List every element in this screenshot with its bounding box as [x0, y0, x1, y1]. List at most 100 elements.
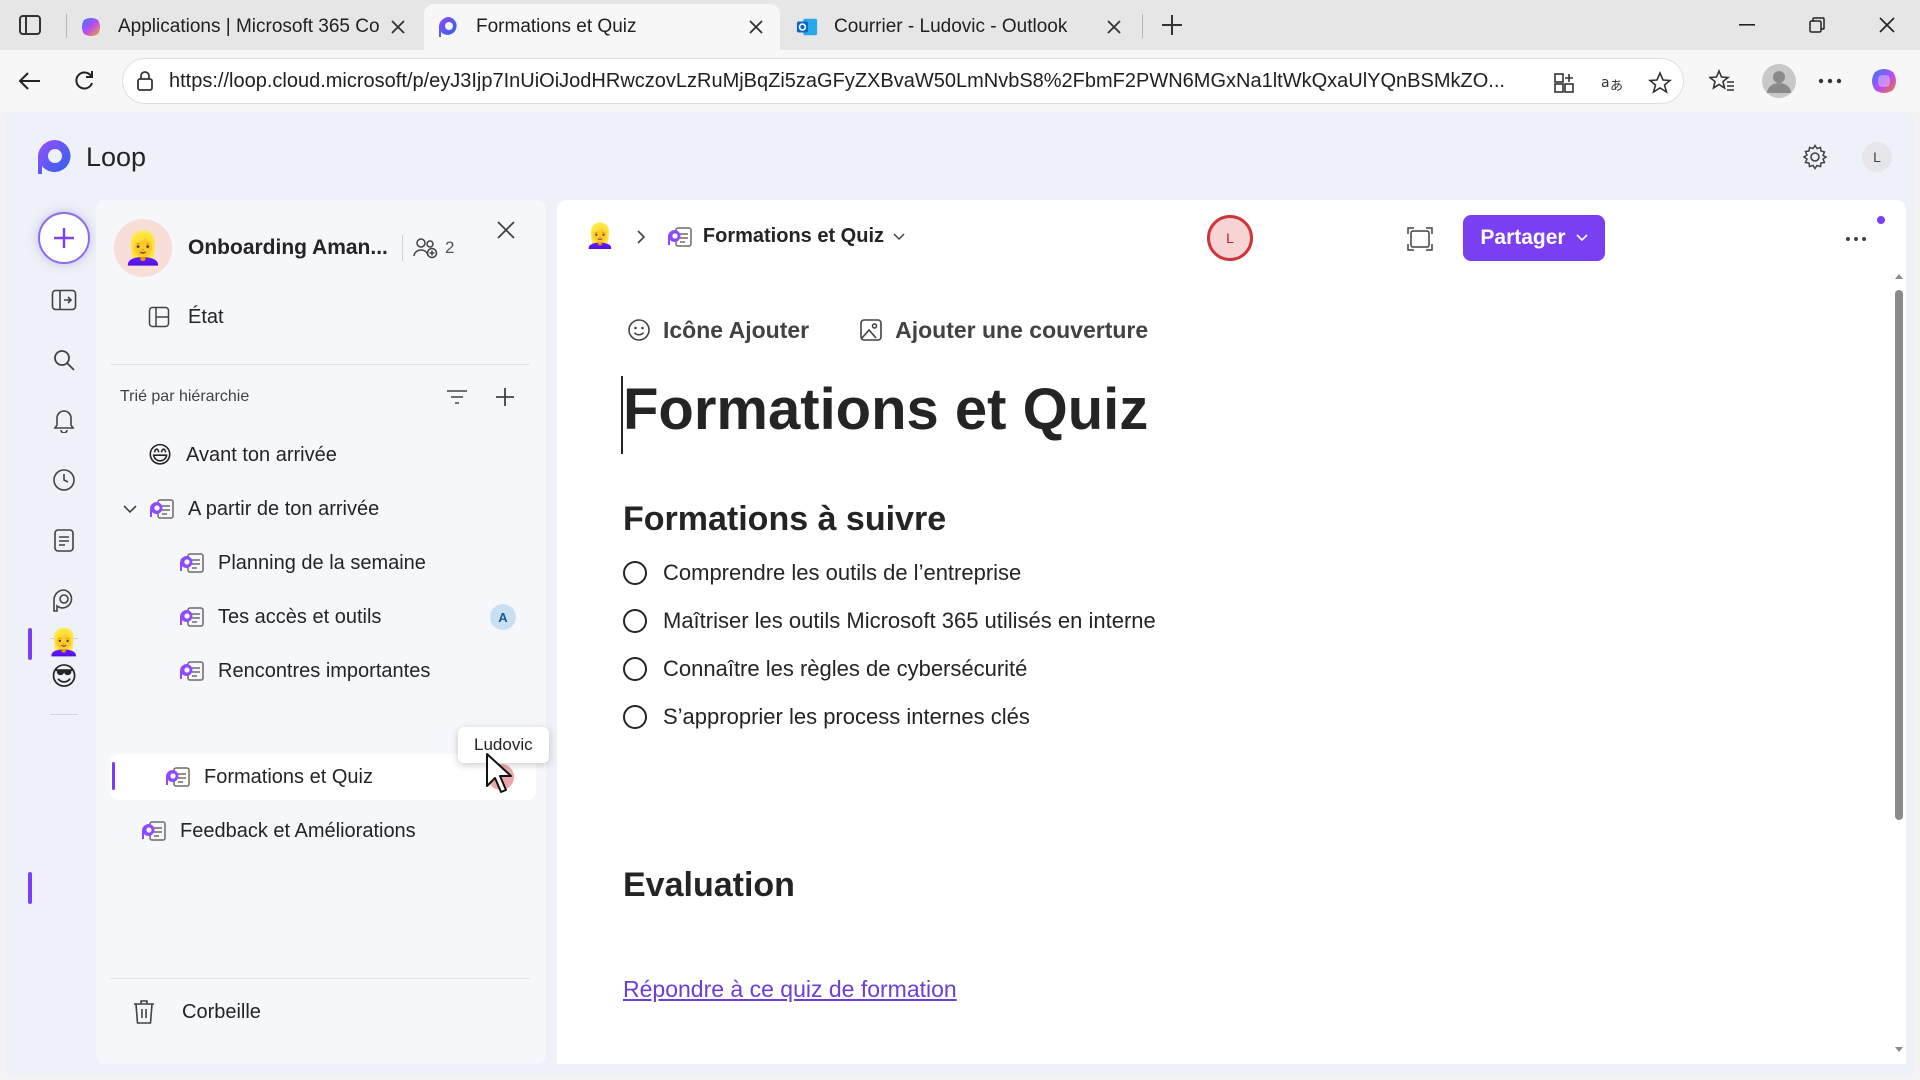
create-new-button[interactable] — [38, 212, 90, 264]
back-arrow-icon[interactable] — [14, 65, 46, 97]
vertical-scrollbar[interactable] — [1895, 290, 1903, 820]
profile-avatar-icon[interactable] — [1760, 62, 1798, 100]
workspaces-icon[interactable] — [50, 586, 78, 614]
loop-page-icon — [140, 817, 168, 845]
tab-formations-et-quiz[interactable]: Formations et Quiz — [424, 4, 780, 50]
scroll-up-arrow-icon[interactable] — [1893, 270, 1905, 282]
sunglasses-workspace-icon[interactable]: 😎 — [50, 661, 78, 691]
collaborator-avatar[interactable]: L — [1207, 215, 1253, 261]
restore-window-icon[interactable] — [1802, 10, 1832, 40]
status-label: État — [188, 305, 224, 328]
page-label: Tes accès et outils — [218, 605, 382, 628]
workspace-panel-icon[interactable] — [50, 286, 78, 314]
status-page-link[interactable]: État — [146, 304, 224, 330]
url-field[interactable]: https://loop.cloud.microsoft/p/eyJ3Ijp7I… — [122, 58, 1684, 104]
scroll-down-arrow-icon[interactable] — [1893, 1044, 1905, 1056]
close-tab-icon[interactable] — [1104, 17, 1124, 37]
quiz-link[interactable]: Répondre à ce quiz de formation — [623, 976, 957, 1003]
breadcrumb-page-title[interactable]: Formations et Quiz — [703, 225, 884, 248]
todo-checkbox[interactable] — [623, 609, 647, 633]
loop-page-icon — [148, 495, 176, 523]
page-tes-acces-et-outils[interactable]: Tes accès et outils — [178, 594, 381, 640]
loop-page-icon — [164, 763, 192, 791]
todo-text[interactable]: Comprendre les outils de l’entreprise — [663, 560, 1021, 586]
todo-checkbox[interactable] — [623, 657, 647, 681]
workspace-header: 👱‍♀️ Onboarding Aman... 2 — [114, 218, 534, 278]
todo-item[interactable]: Maîtriser les outils Microsoft 365 utili… — [623, 608, 1156, 634]
add-icon-button[interactable]: Icône Ajouter — [625, 316, 809, 344]
share-button[interactable]: Partager — [1463, 215, 1605, 261]
rail-divider — [50, 714, 78, 715]
focus-mode-icon[interactable] — [1403, 222, 1437, 256]
todo-text[interactable]: Maîtriser les outils Microsoft 365 utili… — [663, 608, 1156, 634]
filter-sort-icon[interactable] — [442, 382, 472, 412]
tab-microsoft-365-copilot[interactable]: Applications | Microsoft 365 Copil — [66, 4, 422, 50]
page-avant-ton-arrivee[interactable]: 😄 Avant ton arrivée — [146, 432, 337, 478]
trash-link[interactable]: Corbeille — [130, 998, 261, 1026]
svg-text:あ: あ — [1610, 79, 1623, 94]
lock-icon[interactable] — [133, 69, 157, 93]
panel-divider — [110, 978, 530, 979]
notifications-bell-icon[interactable] — [50, 406, 78, 434]
browser-address-bar: https://loop.cloud.microsoft/p/eyJ3Ijp7I… — [0, 50, 1920, 112]
layout-board-icon — [146, 304, 172, 330]
loop-page-icon — [178, 657, 206, 685]
tab-title: Formations et Quiz — [476, 16, 637, 37]
active-workspace-indicator — [28, 628, 32, 660]
trash-icon — [130, 998, 158, 1026]
chevron-down-icon[interactable] — [120, 499, 140, 519]
todo-item[interactable]: Connaître les règles de cybersécurité — [623, 656, 1027, 682]
page-a-partir-de-ton-arrivee[interactable]: A partir de ton arrivée — [120, 486, 379, 532]
favorites-icon[interactable] — [1706, 65, 1738, 97]
settings-gear-icon[interactable] — [1800, 142, 1830, 172]
workspace-navigation-panel: 👱‍♀️ Onboarding Aman... 2 État Trié par … — [96, 200, 549, 1064]
favorite-star-icon[interactable] — [1647, 70, 1673, 96]
chevron-down-icon — [1576, 232, 1588, 244]
copilot-icon[interactable] — [1868, 65, 1900, 97]
user-avatar[interactable]: L — [1862, 142, 1892, 172]
add-cover-button[interactable]: Ajouter une couverture — [857, 316, 1148, 344]
tab-outlook[interactable]: Courrier - Ludovic - Outlook — [782, 4, 1138, 50]
more-options-icon[interactable] — [1814, 65, 1846, 97]
minimize-window-icon[interactable] — [1732, 10, 1762, 40]
onboarding-workspace-icon[interactable]: 👱‍♀️ — [48, 627, 80, 657]
member-count: 2 — [445, 238, 455, 257]
page-title[interactable]: Formations et Quiz — [623, 376, 1148, 443]
workspace-emoji-icon[interactable]: 👱‍♀️ — [114, 219, 172, 277]
todo-item[interactable]: S’approprier les process internes clés — [623, 704, 1030, 730]
search-icon[interactable] — [50, 346, 78, 374]
loop-page-icon — [178, 549, 206, 577]
section-heading[interactable]: Formations à suivre — [623, 500, 946, 539]
add-page-icon[interactable] — [490, 382, 520, 412]
workspace-title[interactable]: Onboarding Aman... — [188, 236, 388, 260]
todo-text[interactable]: Connaître les règles de cybersécurité — [663, 656, 1027, 682]
refresh-icon[interactable] — [68, 65, 100, 97]
translate-icon[interactable]: aあ — [1599, 70, 1625, 96]
chevron-down-icon[interactable] — [892, 230, 906, 244]
workspace-members-button[interactable]: 2 — [413, 237, 454, 259]
close-tab-icon[interactable] — [388, 17, 408, 37]
todo-checkbox[interactable] — [623, 561, 647, 585]
close-tab-icon[interactable] — [746, 17, 766, 37]
app-available-icon[interactable] — [1551, 70, 1577, 96]
close-window-icon[interactable] — [1872, 10, 1902, 40]
new-tab-button[interactable] — [1156, 9, 1188, 41]
todo-item[interactable]: Comprendre les outils de l’entreprise — [623, 560, 1021, 586]
todo-checkbox[interactable] — [623, 705, 647, 729]
loop-logo[interactable]: Loop — [36, 138, 146, 176]
todo-text[interactable]: S’approprier les process internes clés — [663, 704, 1030, 730]
section-heading[interactable]: Evaluation — [623, 866, 795, 905]
workspace-emoji-icon[interactable]: 👱‍♀️ — [585, 222, 615, 251]
page-rencontres-importantes[interactable]: Rencontres importantes — [178, 648, 430, 694]
page-feedback-et-ameliorations[interactable]: Feedback et Améliorations — [140, 808, 416, 854]
close-panel-icon[interactable] — [492, 216, 520, 244]
page-label: Avant ton arrivée — [186, 443, 337, 466]
page-planning-de-la-semaine[interactable]: Planning de la semaine — [178, 540, 426, 586]
tab-separator — [66, 14, 67, 38]
browser-tab-bar: Applications | Microsoft 365 Copil Forma… — [0, 0, 1920, 50]
tab-actions-menu-icon[interactable] — [16, 11, 44, 39]
recent-clock-icon[interactable] — [50, 466, 78, 494]
svg-text:a: a — [1601, 75, 1610, 91]
notes-icon[interactable] — [50, 526, 78, 554]
more-options-icon[interactable] — [1839, 222, 1873, 256]
